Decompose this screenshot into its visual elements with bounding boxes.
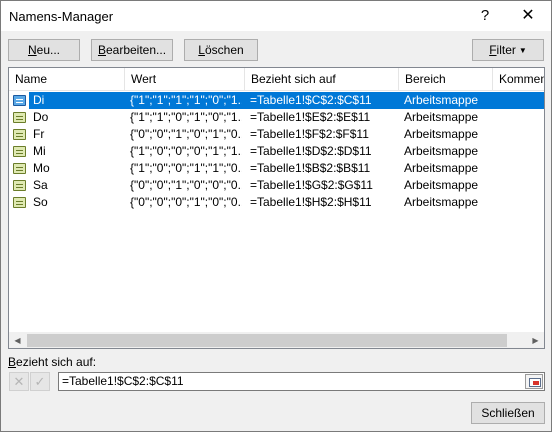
title-bar[interactable]: Namens-Manager ? ✕: [1, 1, 551, 31]
column-header-value[interactable]: Wert: [125, 68, 245, 91]
edit-button[interactable]: Bearbeiten...: [91, 39, 173, 61]
cell-value: {"0";"0";"1";"0";"0";"0...: [130, 178, 242, 192]
delete-button-label: öschen: [204, 43, 244, 57]
column-header-name[interactable]: Name: [9, 68, 125, 91]
refers-to-label-text: ezieht sich auf:: [16, 355, 97, 369]
cell-name: Do: [33, 110, 49, 124]
column-header-scope[interactable]: Bereich: [399, 68, 493, 91]
named-range-icon: [13, 129, 26, 140]
column-header-refers-to[interactable]: Bezieht sich auf: [245, 68, 399, 91]
refers-to-label: Bezieht sich auf:: [8, 355, 96, 369]
new-button-label: eu...: [36, 43, 61, 57]
list-row[interactable]: So {"0";"0";"0";"1";"0";"0... =Tabelle1!$H…: [9, 194, 544, 211]
cell-value: {"1";"0";"0";"1";"1";"0...: [130, 161, 242, 175]
cell-name: So: [33, 195, 48, 209]
list-header: Name Wert Bezieht sich auf Bereich Komme…: [9, 68, 544, 91]
list-row[interactable]: Mo {"1";"0";"0";"1";"1";"0... =Tabelle1!$B…: [9, 160, 544, 177]
refers-to-value: =Tabelle1!$C$2:$C$11: [62, 374, 184, 388]
refers-to-mnemonic: B: [8, 355, 17, 369]
list-row[interactable]: Fr {"0";"0";"1";"0";"1";"0... =Tabelle1!$F…: [9, 126, 544, 143]
cell-scope: Arbeitsmappe: [404, 195, 479, 209]
cell-scope: Arbeitsmappe: [404, 161, 479, 175]
named-range-icon: [13, 146, 26, 157]
collapse-dialog-icon[interactable]: [525, 374, 543, 389]
cell-refers-to: =Tabelle1!$C$2:$C$11: [250, 93, 372, 107]
new-button[interactable]: Neu...: [8, 39, 80, 61]
cell-value: {"1";"1";"0";"1";"0";"1...: [130, 110, 242, 124]
named-range-icon: [13, 163, 26, 174]
edit-button-label: earbeiten...: [105, 43, 167, 57]
names-list[interactable]: Name Wert Bezieht sich auf Bereich Komme…: [8, 67, 545, 349]
cell-name: Mo: [33, 161, 50, 175]
list-row[interactable]: Di {"1";"1";"1";"1";"0";"1... =Tabelle1!$C…: [9, 92, 544, 109]
filter-button[interactable]: Filter ▼: [472, 39, 544, 61]
new-button-mnemonic: N: [27, 43, 37, 57]
help-icon[interactable]: ?: [471, 3, 499, 29]
cell-refers-to: =Tabelle1!$B$2:$B$11: [250, 161, 371, 175]
cell-value: {"0";"0";"1";"0";"1";"0...: [130, 127, 242, 141]
filter-button-label: ilter: [496, 43, 516, 57]
scroll-left-icon[interactable]: ◀: [9, 332, 26, 348]
cell-name: Di: [33, 93, 45, 107]
cell-scope: Arbeitsmappe: [404, 178, 479, 192]
list-row[interactable]: Mi {"1";"0";"0";"0";"1";"1... =Tabelle1!$D…: [9, 143, 544, 160]
list-row[interactable]: Do {"1";"1";"0";"1";"0";"1... =Tabelle1!$E…: [9, 109, 544, 126]
cell-scope: Arbeitsmappe: [404, 93, 479, 107]
horizontal-scrollbar[interactable]: ◀ ▶: [9, 332, 544, 348]
cell-value: {"1";"1";"1";"1";"0";"1...: [130, 93, 242, 107]
cell-refers-to: =Tabelle1!$E$2:$E$11: [250, 110, 371, 124]
dropdown-caret-icon: ▼: [518, 46, 527, 55]
cell-scope: Arbeitsmappe: [404, 110, 479, 124]
cell-scope: Arbeitsmappe: [404, 144, 479, 158]
edit-button-mnemonic: B: [97, 43, 106, 57]
scroll-right-icon[interactable]: ▶: [527, 332, 544, 348]
scrollbar-thumb[interactable]: [27, 334, 507, 347]
delete-button-mnemonic: L: [198, 43, 205, 57]
column-header-comment[interactable]: Kommentar: [493, 68, 544, 91]
window-title: Namens-Manager: [9, 9, 114, 24]
cell-value: {"1";"0";"0";"0";"1";"1...: [130, 144, 242, 158]
delete-button[interactable]: Löschen: [184, 39, 258, 61]
named-range-icon: [13, 112, 26, 123]
cell-refers-to: =Tabelle1!$G$2:$G$11: [250, 178, 373, 192]
refers-to-input[interactable]: =Tabelle1!$C$2:$C$11: [58, 372, 545, 391]
name-manager-dialog: Namens-Manager ? ✕ Neu... Bearbeiten... …: [0, 0, 552, 432]
close-icon[interactable]: ✕: [511, 3, 545, 29]
cell-refers-to: =Tabelle1!$F$2:$F$11: [250, 127, 369, 141]
confirm-edit-icon[interactable]: ✓: [30, 372, 50, 391]
cell-name: Fr: [33, 127, 45, 141]
named-range-icon: [13, 180, 26, 191]
close-button[interactable]: Schließen: [471, 402, 545, 424]
cancel-edit-icon[interactable]: ✕: [9, 372, 29, 391]
cell-name: Sa: [33, 178, 48, 192]
cell-value: {"0";"0";"0";"1";"0";"0...: [130, 195, 242, 209]
cell-scope: Arbeitsmappe: [404, 127, 479, 141]
cell-refers-to: =Tabelle1!$D$2:$D$11: [250, 144, 372, 158]
list-row[interactable]: Sa {"0";"0";"1";"0";"0";"0... =Tabelle1!$G…: [9, 177, 544, 194]
cell-name: Mi: [33, 144, 46, 158]
cell-refers-to: =Tabelle1!$H$2:$H$11: [250, 195, 372, 209]
filter-button-mnemonic: F: [489, 43, 497, 57]
named-range-icon: [13, 197, 26, 208]
named-range-icon: [13, 95, 26, 106]
